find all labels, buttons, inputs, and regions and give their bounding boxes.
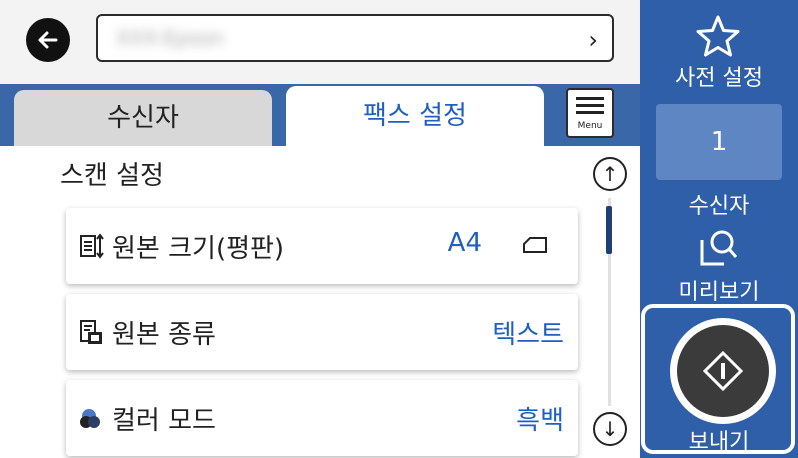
setting-label: 원본 크기(평판) (112, 234, 285, 264)
send-button[interactable] (670, 318, 776, 424)
tab-recipients[interactable]: 수신자 (14, 90, 272, 146)
destination-value: XXX-Epson (116, 26, 224, 50)
recipient-label: 수신자 (688, 194, 750, 219)
back-button[interactable] (26, 18, 70, 62)
original-type-icon (80, 320, 102, 344)
tab-fax-settings[interactable]: 팩스 설정 (286, 86, 544, 146)
main-panel: XXX-Epson › 수신자 팩스 설정 Menu 스캔 설정 ↑ ↓ 원본 … (0, 0, 640, 458)
menu-label: Menu (577, 121, 603, 131)
star-icon[interactable] (695, 14, 741, 58)
scroll-down-button[interactable]: ↓ (593, 412, 627, 446)
color-mode-icon (80, 409, 100, 428)
setting-value: 흑백 (516, 406, 564, 436)
setting-label: 원본 종류 (112, 320, 216, 350)
recipient-count[interactable]: 1 (656, 104, 782, 180)
orientation-icon (523, 237, 547, 253)
back-arrow-icon (38, 31, 58, 49)
original-size-icon (80, 233, 104, 259)
preview-icon[interactable] (698, 226, 740, 270)
preview-button[interactable]: 미리보기 (640, 274, 798, 306)
top-bar: XXX-Epson › (0, 0, 640, 84)
menu-icon (576, 97, 604, 118)
setting-row-color-mode[interactable]: 컬러 모드 흑백 (66, 380, 578, 456)
send-button-inner (677, 325, 769, 417)
menu-button[interactable]: Menu (566, 88, 614, 138)
setting-label: 컬러 모드 (112, 406, 216, 436)
scroll-thumb[interactable] (606, 206, 612, 254)
destination-field[interactable]: XXX-Epson › (96, 14, 614, 62)
chevron-right-icon: › (588, 26, 598, 54)
presets-button[interactable]: 사전 설정 (640, 60, 798, 92)
setting-row-original-size[interactable]: 원본 크기(평판) A4 (66, 208, 578, 284)
setting-row-original-type[interactable]: 원본 종류 텍스트 (66, 294, 578, 370)
start-diamond-icon (702, 350, 744, 392)
setting-value: A4 (447, 228, 482, 258)
scroll-up-button[interactable]: ↑ (593, 157, 627, 191)
section-title: 스캔 설정 (60, 161, 164, 191)
send-label[interactable]: 보내기 (640, 424, 798, 456)
setting-value: 텍스트 (492, 320, 564, 350)
